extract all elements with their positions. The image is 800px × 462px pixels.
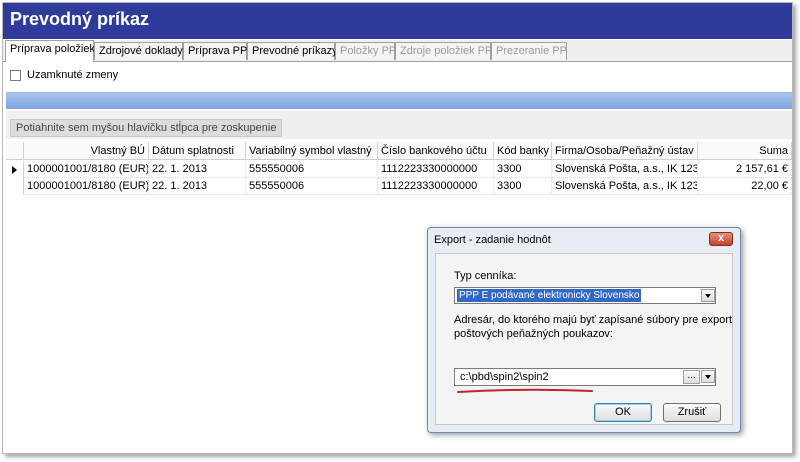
table-cell[interactable]: 1112223330000000: [378, 178, 494, 195]
dialog-title: Export - zadanie hodnôt: [434, 234, 551, 246]
tab-priprava-poloziek[interactable]: Príprava položiek: [5, 40, 95, 62]
table-cell[interactable]: 3300: [494, 161, 552, 178]
directory-path-field[interactable]: c:\pbd\spin2\spin2 ...: [454, 368, 716, 386]
tab-strip: Príprava položiek Zdrojové doklady Prípr…: [3, 40, 792, 62]
table-cell[interactable]: 1112223330000000: [378, 161, 494, 178]
directory-label-line2: poštových peňažných poukazov:: [454, 328, 613, 340]
tab-zdroje-poloziek-pp: Zdroje položiek PP: [395, 42, 492, 60]
directory-dropdown-button[interactable]: [701, 370, 715, 383]
table-cell[interactable]: 22. 1. 2013: [149, 178, 246, 195]
red-underline-annotation: [457, 388, 593, 393]
export-dialog: Export - zadanie hodnôt x Typ cenníka: P…: [427, 227, 741, 433]
row-selector-header: [6, 142, 24, 160]
table-cell[interactable]: Slovenská Pošta, a.s., IK 1234...: [552, 161, 698, 178]
price-type-value: PPP E podávané elektronicky Slovensko: [457, 289, 642, 302]
directory-label-line1: Adresár, do ktorého majú byť zapísané sú…: [454, 314, 733, 326]
current-row-arrow-icon: [12, 166, 17, 174]
row-selector[interactable]: [6, 161, 24, 178]
table-cell[interactable]: 555550006: [246, 161, 378, 178]
tab-priprava-pp[interactable]: Príprava PP: [183, 42, 247, 60]
ok-button[interactable]: OK: [594, 403, 652, 422]
price-type-label: Typ cenníka:: [454, 270, 517, 282]
table-cell[interactable]: 3300: [494, 178, 552, 195]
column-header-suma[interactable]: Suma: [698, 142, 792, 160]
locked-changes-checkbox[interactable]: [10, 69, 21, 81]
table-cell[interactable]: 1000001001/8180 (EUR): [24, 161, 149, 178]
table-cell[interactable]: 2 157,61 €: [698, 161, 792, 178]
group-by-area[interactable]: Potiahnite sem myšou hlavičku stĺpca pre…: [6, 111, 792, 139]
tab-zdrojove-doklady[interactable]: Zdrojové doklady: [94, 42, 183, 60]
tab-prezeranie-pp: Prezeranie PP: [491, 42, 567, 60]
locked-changes-option[interactable]: Uzamknuté zmeny: [10, 68, 118, 82]
grid-header-bar: [6, 92, 792, 109]
column-header-datum-splatnosti[interactable]: Dátum splatnosti: [149, 142, 246, 160]
tab-polozky-pp: Položky PP: [335, 42, 396, 60]
locked-changes-label: Uzamknuté zmeny: [27, 69, 119, 81]
price-type-dropdown-button[interactable]: [701, 289, 715, 302]
table-cell[interactable]: 22. 1. 2013: [149, 161, 246, 178]
column-header-firma[interactable]: Firma/Osoba/Peňažný ústav: [552, 142, 698, 160]
chevron-down-icon: [705, 294, 711, 298]
title-bar: Prevodný príkaz: [3, 3, 792, 39]
table-cell[interactable]: Slovenská Pošta, a.s., IK 1234...: [552, 178, 698, 195]
dialog-close-button[interactable]: x: [709, 232, 733, 246]
chevron-down-icon: [705, 375, 711, 379]
page-title: Prevodný príkaz: [10, 9, 150, 29]
cancel-button[interactable]: Zrušiť: [663, 403, 721, 422]
table-cell[interactable]: 22,00 €: [698, 178, 792, 195]
app-window: Prevodný príkaz Príprava položiek Zdrojo…: [2, 2, 793, 454]
close-icon: x: [717, 232, 725, 244]
column-header-kod-banky[interactable]: Kód banky: [494, 142, 552, 160]
column-header-cislo-uctu[interactable]: Číslo bankového účtu: [378, 142, 494, 160]
tab-prevodne-prikazy[interactable]: Prevodné príkazy: [247, 42, 338, 60]
dialog-body: Typ cenníka: PPP E podávané elektronicky…: [435, 253, 733, 425]
directory-path-value: c:\pbd\spin2\spin2: [460, 371, 549, 383]
column-header-variabilny-symbol[interactable]: Variabilný symbol vlastný: [246, 142, 378, 160]
table-cell[interactable]: 1000001001/8180 (EUR): [24, 178, 149, 195]
browse-button[interactable]: ...: [683, 370, 700, 384]
column-header-vlastny-bu[interactable]: Vlastný BÚ: [24, 142, 149, 160]
group-by-hint: Potiahnite sem myšou hlavičku stĺpca pre…: [10, 119, 283, 137]
price-type-select[interactable]: PPP E podávané elektronicky Slovensko: [454, 287, 716, 304]
table-cell[interactable]: 555550006: [246, 178, 378, 195]
row-selector[interactable]: [6, 178, 24, 195]
